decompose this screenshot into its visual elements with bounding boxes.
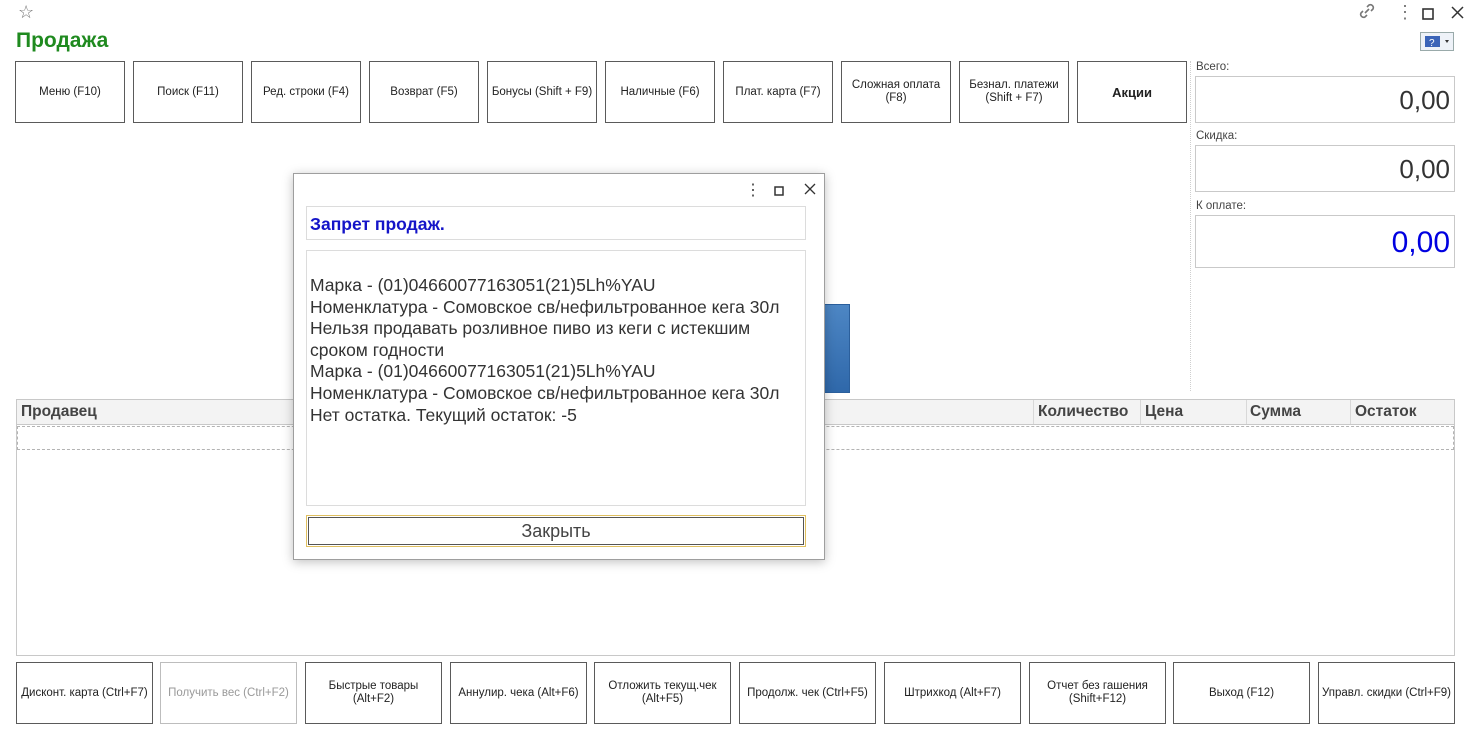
x-report-button[interactable]: Отчет без гашения (Shift+F12) — [1029, 662, 1166, 724]
message-line: Номенклатура - Сомовское св/нефильтрован… — [310, 296, 780, 317]
message-line: Марка - (01)04660077163051(21)5Lh%YAU — [310, 361, 656, 382]
close-button[interactable]: Закрыть — [306, 515, 806, 547]
promotions-button[interactable]: Акции — [1077, 61, 1187, 123]
continue-receipt-button[interactable]: Продолж. чек (Ctrl+F5) — [739, 662, 876, 724]
column-seller[interactable]: Продавец — [21, 403, 97, 421]
cancel-receipt-button[interactable]: Аннулир. чека (Alt+F6) — [450, 662, 587, 724]
pay-label: К оплате: — [1196, 200, 1247, 212]
discount-control-button[interactable]: Управл. скидки (Ctrl+F9) — [1318, 662, 1455, 724]
cashless-payments-button[interactable]: Безнал. платежи (Shift + F7) — [959, 61, 1069, 123]
column-balance[interactable]: Остаток — [1355, 403, 1417, 421]
help-icon[interactable]: ? — [1420, 32, 1454, 51]
discount-label: Скидка: — [1196, 130, 1238, 142]
menu-button[interactable]: Меню (F10) — [15, 61, 125, 123]
column-sum[interactable]: Сумма — [1250, 403, 1301, 421]
star-icon[interactable]: ☆ — [18, 2, 34, 22]
quick-goods-button[interactable]: Быстрые товары (Alt+F2) — [305, 662, 442, 724]
get-weight-button: Получить вес (Ctrl+F2) — [160, 662, 297, 724]
total-label: Всего: — [1196, 61, 1230, 73]
discount-value: 0,00 — [1195, 145, 1455, 192]
maximize-icon[interactable] — [1422, 4, 1434, 24]
exit-button[interactable]: Выход (F12) — [1173, 662, 1310, 724]
svg-text:?: ? — [1429, 38, 1435, 49]
message-line: Нельзя продавать розливное пиво из кеги … — [310, 318, 751, 339]
dialog-maximize-icon[interactable] — [774, 183, 784, 200]
postpone-receipt-button[interactable]: Отложить текущ.чек (Alt+F5) — [594, 662, 731, 724]
dialog-more-icon[interactable]: ⋮ — [745, 180, 761, 200]
sales-ban-dialog: ⋮ Запрет продаж. Марка - (01)04660077163… — [293, 173, 825, 560]
page-title: Продажа — [16, 29, 109, 52]
close-icon[interactable] — [1451, 3, 1464, 23]
edit-row-button[interactable]: Ред. строки (F4) — [251, 61, 361, 123]
dialog-message: Марка - (01)04660077163051(21)5Lh%YAU Но… — [306, 250, 806, 506]
bonuses-button[interactable]: Бонусы (Shift + F9) — [487, 61, 597, 123]
discount-card-button[interactable]: Дисконт. карта (Ctrl+F7) — [16, 662, 153, 724]
card-payment-button[interactable]: Плат. карта (F7) — [723, 61, 833, 123]
link-icon[interactable] — [1358, 2, 1376, 24]
dialog-close-icon[interactable] — [804, 182, 816, 199]
total-value: 0,00 — [1195, 76, 1455, 123]
more-icon[interactable]: ⋮ — [1396, 2, 1414, 22]
message-line: сроком годности — [310, 339, 445, 360]
message-line: Марка - (01)04660077163051(21)5Lh%YAU — [310, 275, 656, 295]
barcode-button[interactable]: Штрихкод (Alt+F7) — [884, 662, 1021, 724]
cash-button[interactable]: Наличные (F6) — [605, 61, 715, 123]
search-button[interactable]: Поиск (F11) — [133, 61, 243, 123]
pay-value: 0,00 — [1195, 215, 1455, 268]
return-button[interactable]: Возврат (F5) — [369, 61, 479, 123]
dialog-title: Запрет продаж. — [306, 206, 806, 240]
complex-payment-button[interactable]: Сложная оплата (F8) — [841, 61, 951, 123]
column-price[interactable]: Цена — [1145, 403, 1183, 421]
column-quantity[interactable]: Количество — [1038, 403, 1128, 421]
message-line: Номенклатура - Сомовское св/нефильтрован… — [310, 382, 780, 403]
message-line: Нет остатка. Текущий остаток: -5 — [310, 404, 577, 425]
totals-divider — [1190, 61, 1192, 391]
background-panel — [824, 304, 850, 393]
